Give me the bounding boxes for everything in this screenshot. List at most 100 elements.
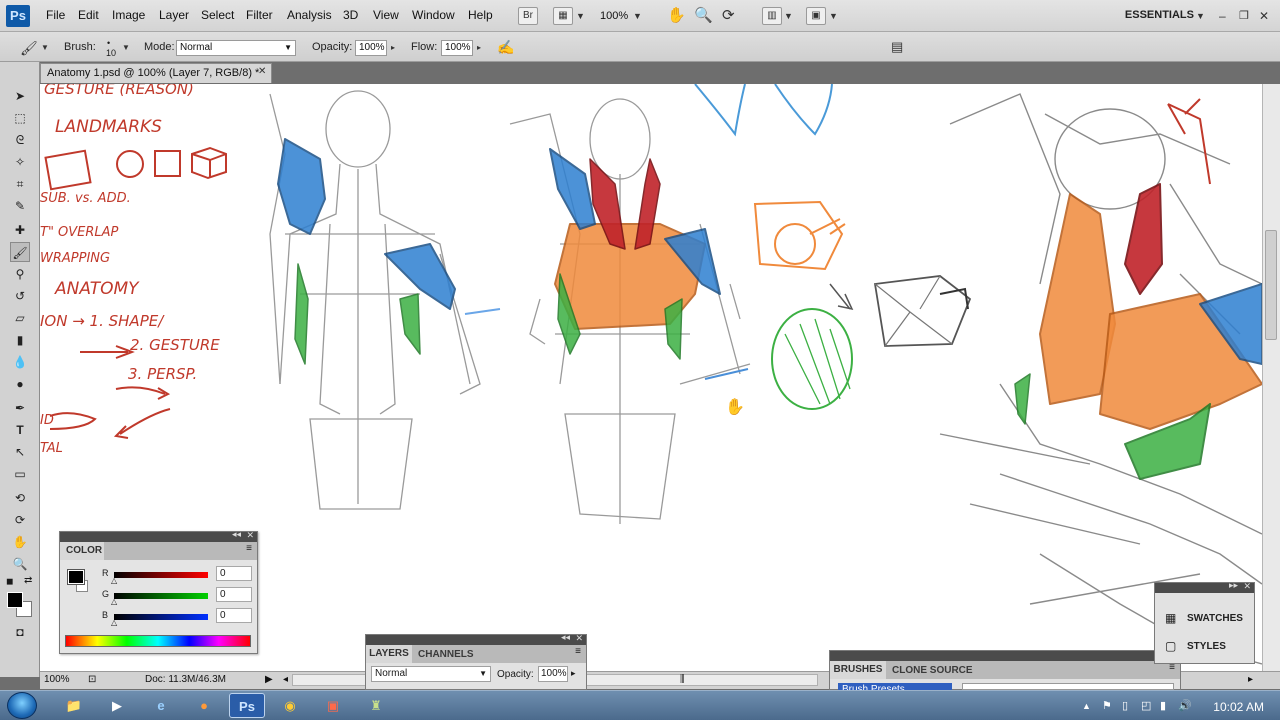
document-tab[interactable]: Anatomy 1.psd @ 100% (Layer 7, RGB/8) *	[40, 63, 272, 83]
taskbar-clock[interactable]: 10:02 AM	[1213, 700, 1264, 714]
brush-tip-grid[interactable]	[962, 683, 1174, 690]
app-icon[interactable]: ♜	[358, 693, 394, 718]
chrome-icon[interactable]: ◉	[272, 693, 308, 718]
arrow-right-icon[interactable]: ▸	[571, 668, 576, 679]
zoom-tool-icon[interactable]: 🔍	[694, 6, 713, 26]
media-player-icon[interactable]: ▶	[99, 693, 135, 718]
collapse-icon[interactable]: ◂◂	[232, 529, 241, 540]
close-icon[interactable]: ✕	[1243, 581, 1251, 592]
firefox-icon[interactable]: ●	[186, 693, 222, 718]
tab-layers[interactable]: LAYERS	[366, 645, 412, 663]
close-icon[interactable]: ✕	[258, 66, 266, 77]
panel-titlebar[interactable]: ▸▸ ✕	[1155, 580, 1254, 593]
slider-handle-icon[interactable]: △	[111, 597, 117, 606]
menu-help[interactable]: Help	[468, 8, 493, 22]
status-zoom[interactable]: 100%	[44, 674, 70, 685]
restore-icon[interactable]: ❐	[1239, 6, 1249, 26]
arrow-right-icon[interactable]: ▸	[388, 41, 398, 55]
green-value-input[interactable]: 0	[216, 587, 252, 602]
blur-tool-icon[interactable]: 💧	[10, 352, 30, 372]
blue-slider[interactable]	[114, 614, 208, 620]
start-button[interactable]	[7, 692, 37, 719]
brush-size-label[interactable]: 10	[106, 48, 116, 58]
chevron-down-icon[interactable]: ▼	[784, 6, 793, 26]
menu-3d[interactable]: 3D	[343, 8, 358, 22]
scroll-left-icon[interactable]: ◂	[283, 674, 288, 685]
red-value-input[interactable]: 0	[216, 566, 252, 581]
swatches-panel-button[interactable]: SWATCHES	[1187, 613, 1243, 624]
status-info-icon[interactable]: ⊡	[88, 674, 96, 685]
slider-handle-icon[interactable]: △	[111, 576, 117, 585]
path-select-tool-icon[interactable]: ↖	[10, 442, 30, 462]
scroll-right-icon[interactable]: ▸	[1248, 674, 1253, 685]
close-icon[interactable]: ✕	[246, 530, 254, 541]
lasso-tool-icon[interactable]: ᘓ	[10, 130, 30, 150]
foreground-color-swatch[interactable]	[7, 592, 23, 608]
hand-tool-icon[interactable]: ✋	[10, 532, 30, 552]
collapse-icon[interactable]: ▸▸	[1229, 580, 1238, 591]
blue-value-input[interactable]: 0	[216, 608, 252, 623]
quick-mask-icon[interactable]: ◘	[10, 622, 30, 642]
default-colors-icon[interactable]: ◼	[6, 576, 13, 587]
history-brush-tool-icon[interactable]: ↺	[10, 286, 30, 306]
hand-tool-icon[interactable]: ✋	[667, 6, 686, 26]
app-icon[interactable]: ▣	[315, 693, 351, 718]
internet-explorer-icon[interactable]: e	[143, 693, 179, 718]
minimize-icon[interactable]: –	[1219, 6, 1226, 26]
rotate-view-icon[interactable]: ⟳	[722, 6, 735, 26]
brush-tool-icon[interactable]: 🖌	[20, 38, 38, 58]
flow-input[interactable]: 100%	[441, 40, 473, 56]
vertical-scrollbar[interactable]	[1262, 84, 1280, 676]
bridge-button[interactable]: Br	[518, 7, 538, 25]
green-slider[interactable]	[114, 593, 208, 599]
opacity-input[interactable]: 100%	[355, 40, 387, 56]
move-tool-icon[interactable]: ➤	[10, 86, 30, 106]
blend-mode-select[interactable]: Normal ▼	[371, 666, 491, 682]
menu-window[interactable]: Window	[412, 8, 455, 22]
scrollbar-thumb[interactable]	[1265, 230, 1277, 340]
screen-mode-button[interactable]: ▣	[806, 7, 826, 25]
arrange-documents-button[interactable]: ▥	[762, 7, 782, 25]
swatches-icon[interactable]: ▦	[1165, 611, 1176, 625]
flag-icon[interactable]: ⚑	[1102, 699, 1112, 712]
chevron-down-icon[interactable]: ▼	[576, 6, 585, 26]
color-tab[interactable]: COLOR	[60, 542, 104, 560]
mode-select[interactable]: Normal ▼	[176, 40, 296, 56]
styles-panel-button[interactable]: STYLES	[1187, 641, 1226, 652]
rectangle-tool-icon[interactable]: ▭	[10, 464, 30, 484]
panel-titlebar[interactable]: ◂◂ ✕	[60, 529, 257, 542]
eyedropper-tool-icon[interactable]: ✎	[10, 196, 30, 216]
taskbar-photoshop[interactable]: Ps	[229, 693, 265, 718]
panel-menu-icon[interactable]: ≡	[246, 543, 252, 554]
pen-tool-icon[interactable]: ✒	[10, 398, 30, 418]
brush-panel-toggle-icon[interactable]: ▤	[891, 37, 903, 57]
healing-brush-tool-icon[interactable]: ✚	[10, 220, 30, 240]
menu-image[interactable]: Image	[112, 8, 145, 22]
layer-opacity-input[interactable]: 100%	[538, 666, 568, 682]
menu-analysis[interactable]: Analysis	[287, 8, 332, 22]
arrow-right-icon[interactable]: ▸	[474, 41, 484, 55]
clone-stamp-tool-icon[interactable]: ⚲	[10, 264, 30, 284]
close-icon[interactable]: ✕	[575, 633, 583, 644]
brush-presets-button[interactable]: Brush Presets	[838, 683, 952, 690]
menu-edit[interactable]: Edit	[78, 8, 99, 22]
menu-filter[interactable]: Filter	[246, 8, 273, 22]
3d-orbit-tool-icon[interactable]: ⟳	[10, 510, 30, 530]
marquee-tool-icon[interactable]: ⬚	[10, 108, 30, 128]
gradient-tool-icon[interactable]: ▮	[10, 330, 30, 350]
slider-handle-icon[interactable]: △	[111, 618, 117, 627]
view-extras-button[interactable]: ▦	[553, 7, 573, 25]
menu-file[interactable]: File	[46, 8, 65, 22]
chevron-down-icon[interactable]: ▼	[40, 41, 50, 55]
styles-icon[interactable]: ▢	[1165, 639, 1176, 653]
tab-brushes[interactable]: BRUSHES	[830, 661, 886, 679]
tray-icon[interactable]: ▯	[1122, 699, 1128, 712]
red-slider[interactable]	[114, 572, 208, 578]
workspace-switcher[interactable]: ESSENTIALS	[1125, 9, 1194, 21]
swap-colors-icon[interactable]: ⇄	[24, 575, 32, 586]
chevron-down-icon[interactable]: ▼	[633, 6, 642, 26]
status-menu-arrow-icon[interactable]: ▶	[265, 674, 273, 685]
brush-tool-icon[interactable]: 🖌	[10, 242, 30, 262]
chevron-down-icon[interactable]: ▼	[829, 6, 838, 26]
airbrush-icon[interactable]: ✍	[497, 37, 514, 57]
